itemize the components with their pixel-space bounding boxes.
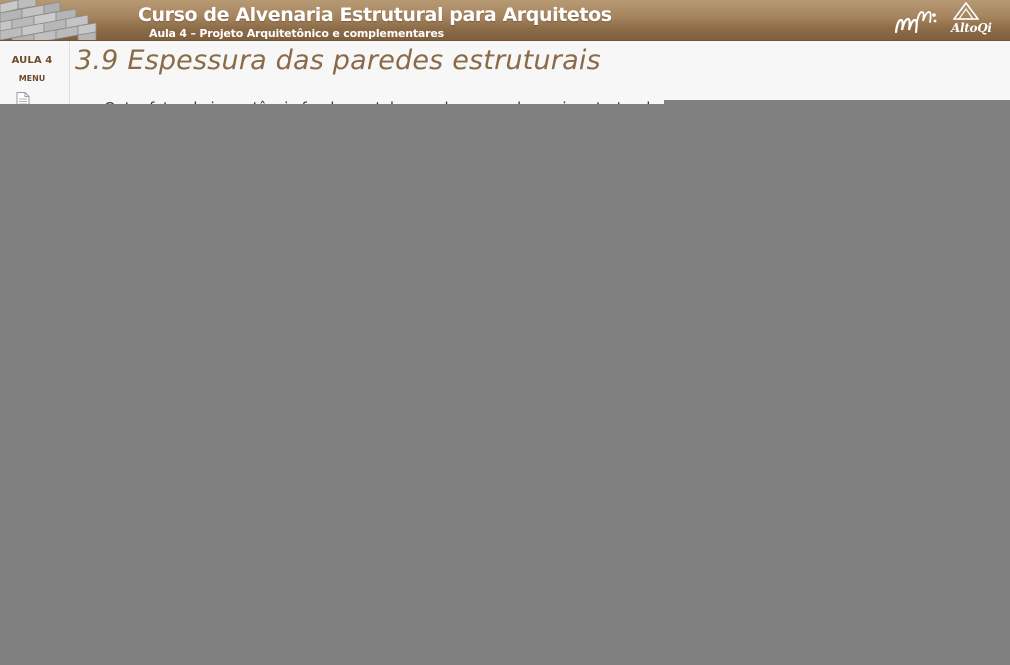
altoqi-wordmark: AltoQi (951, 21, 992, 35)
section-title: 3.9 Espessura das paredes estruturais (75, 45, 601, 76)
mm-logo (893, 6, 939, 36)
lesson-label: AULA 4 (11, 55, 53, 66)
course-title: Curso de Alvenaria Estrutural para Arqui… (138, 4, 612, 26)
course-subtitle: Aula 4 – Projeto Arquitetônico e complem… (149, 27, 444, 40)
header-banner: Curso de Alvenaria Estrutural para Arqui… (0, 0, 1010, 41)
menu-button[interactable]: MENU (0, 74, 64, 83)
modal-overlay[interactable] (0, 104, 1010, 665)
altoqi-logo: AltoQi (948, 2, 996, 38)
brick-wall-image (0, 0, 112, 41)
page: Curso de Alvenaria Estrutural para Arqui… (0, 0, 1010, 665)
